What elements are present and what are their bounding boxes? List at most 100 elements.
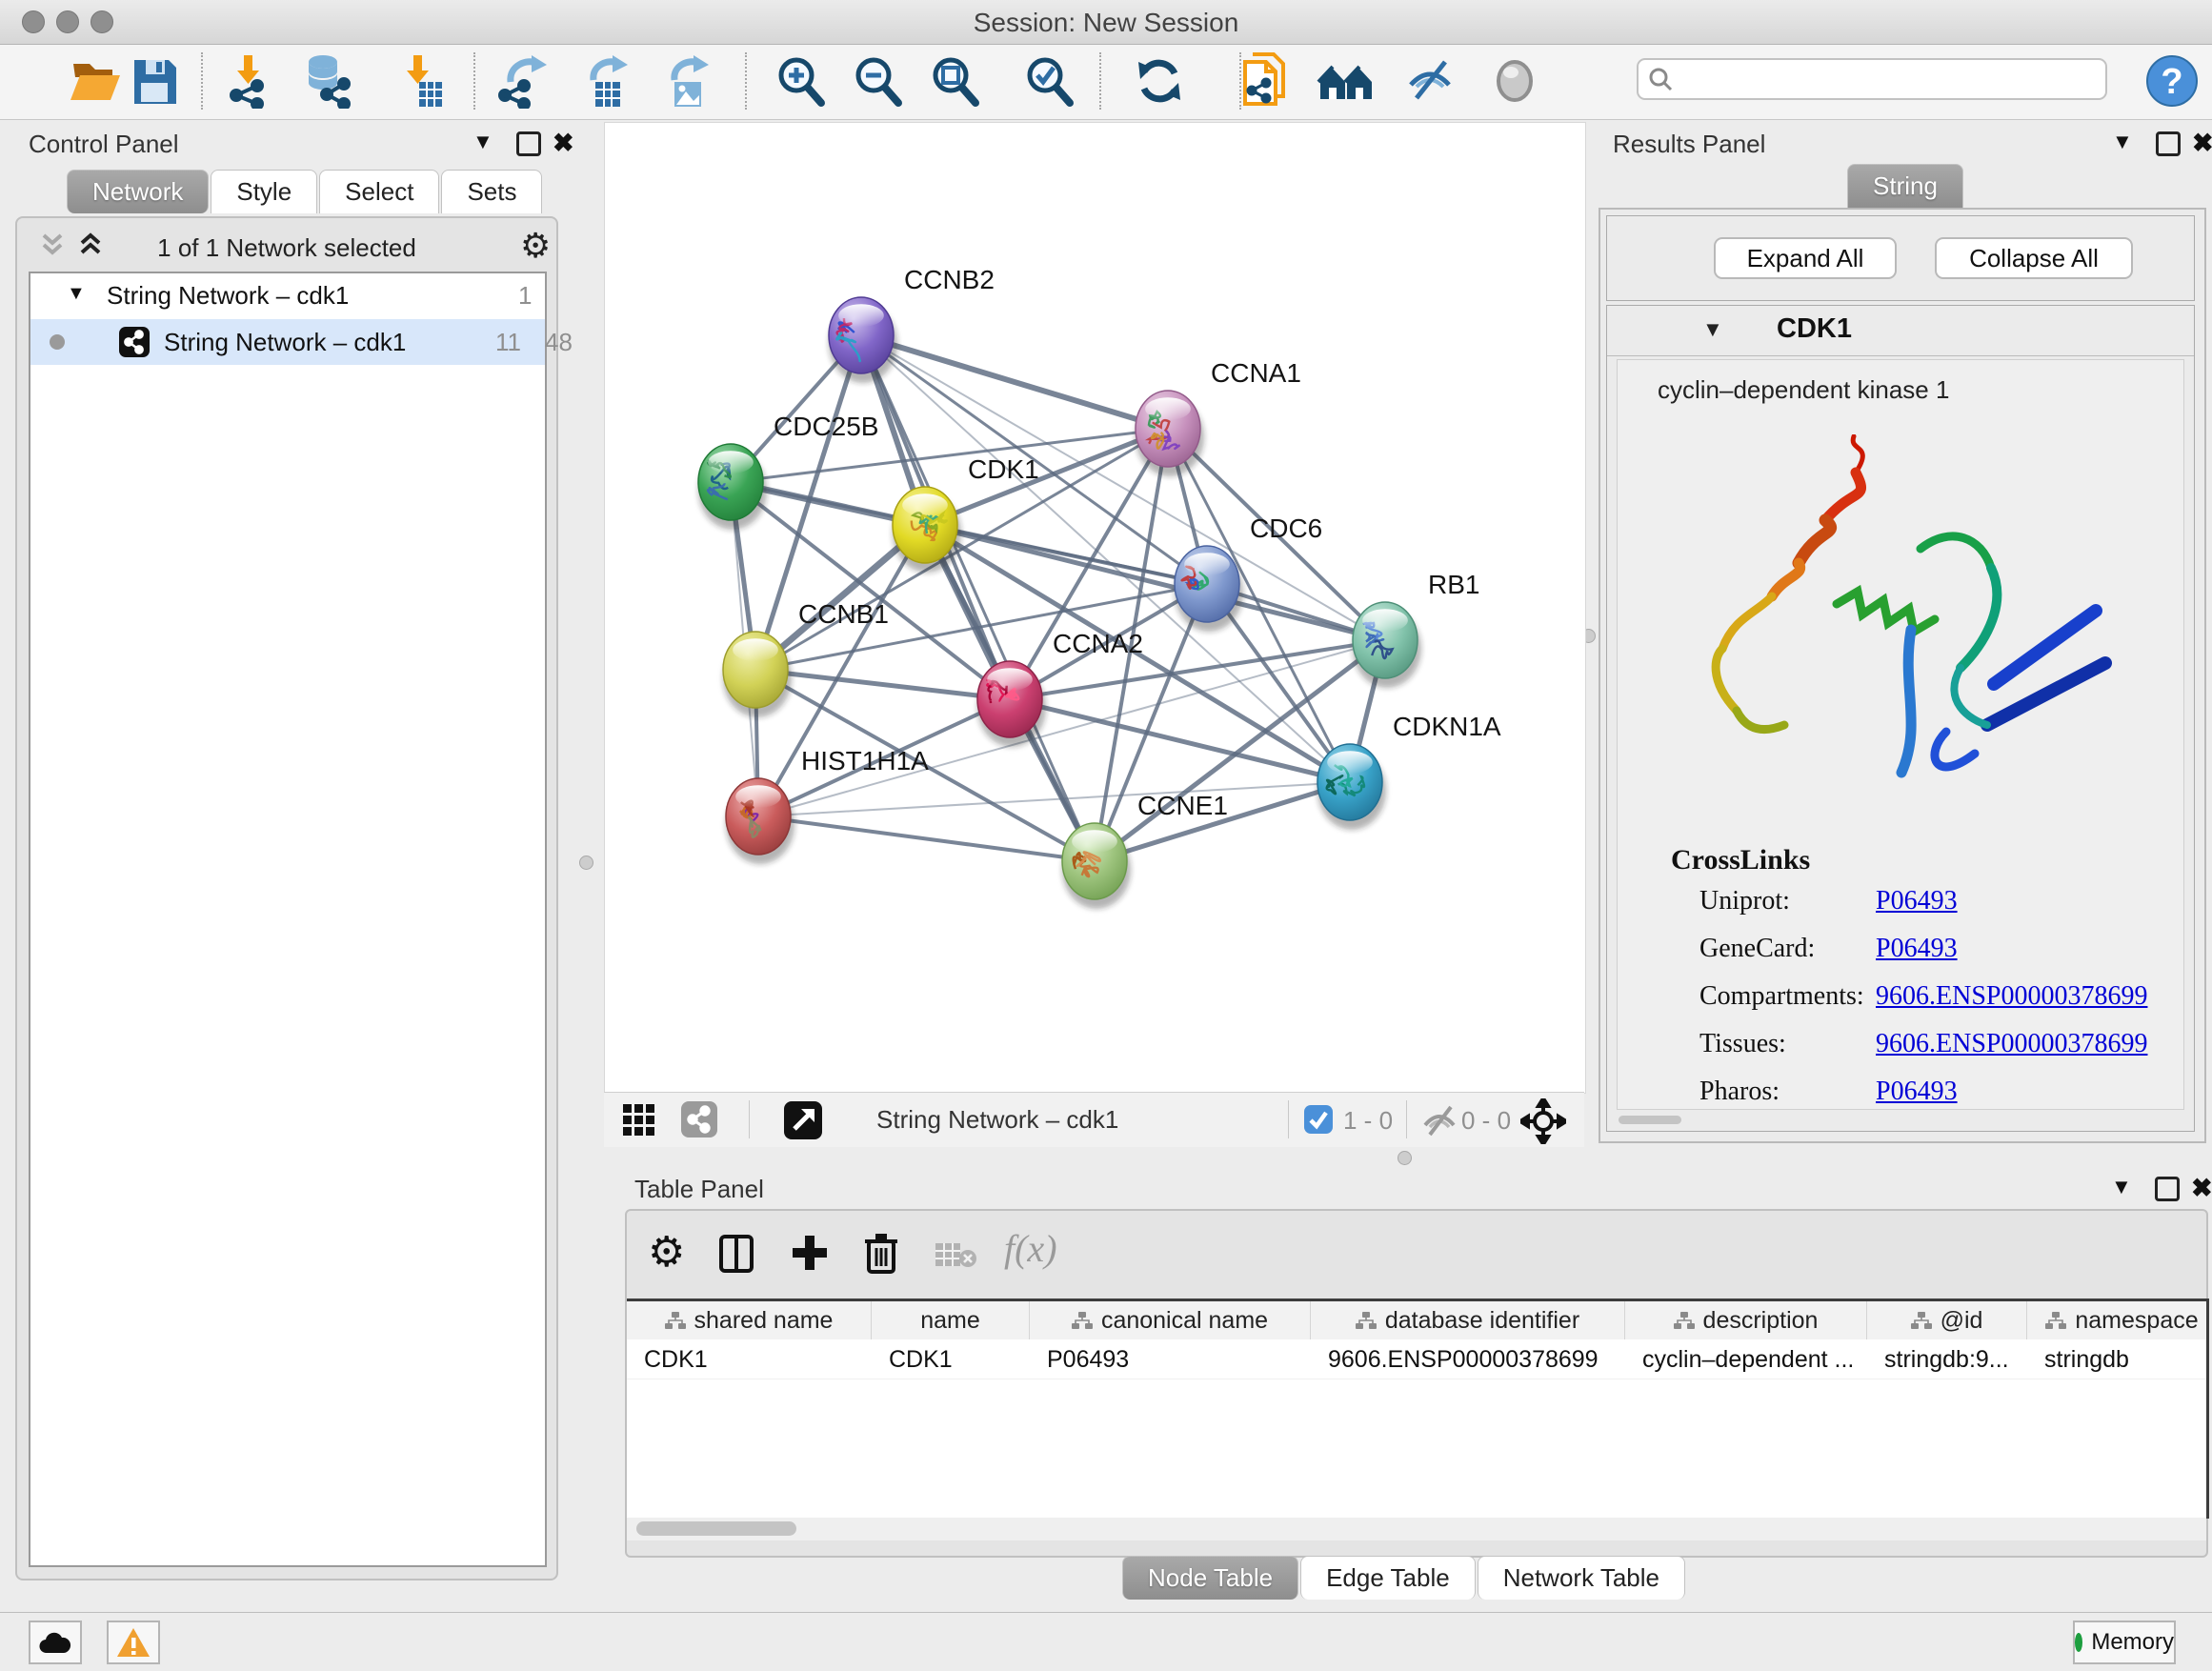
function-builder-icon[interactable]: f(x) <box>1004 1226 1057 1271</box>
node-CDKN1A[interactable]: CDKN1A <box>1317 712 1501 830</box>
grid-view-icon[interactable] <box>621 1102 657 1143</box>
delete-columns-trash-icon[interactable] <box>863 1232 899 1278</box>
collapse-all-button[interactable]: Collapse All <box>1935 237 2133 279</box>
left-splitter-handle[interactable] <box>579 856 593 870</box>
column-header--id[interactable]: @id <box>1867 1301 2027 1339</box>
table-cell[interactable]: CDK1 <box>627 1340 872 1379</box>
cloud-button[interactable] <box>29 1621 82 1664</box>
edge-CCNB2-RB1[interactable] <box>861 335 1385 640</box>
tab-select[interactable]: Select <box>319 170 439 213</box>
open-in-window-icon[interactable] <box>783 1100 823 1145</box>
table-cell[interactable]: CDK1 <box>872 1340 1030 1379</box>
expand-all-button[interactable]: Expand All <box>1714 237 1897 279</box>
zoom-selected-icon[interactable] <box>1019 50 1080 112</box>
edge-HIST1H1A-CCNE1[interactable] <box>758 816 1095 861</box>
network-collection-row[interactable]: ▼ String Network – cdk1 1 <box>30 273 545 317</box>
save-session-icon[interactable] <box>124 50 185 112</box>
results-hscrollbar[interactable] <box>1619 1116 1681 1124</box>
zoom-in-icon[interactable] <box>771 50 832 112</box>
tab-edge-table[interactable]: Edge Table <box>1300 1556 1476 1600</box>
show-all-icon[interactable] <box>1484 50 1545 112</box>
crosslink-value-link[interactable]: 9606.ENSP00000378699 <box>1876 1029 2147 1059</box>
column-header-canonical-name[interactable]: canonical name <box>1030 1301 1311 1339</box>
table-cell[interactable]: P06493 <box>1030 1340 1311 1379</box>
search-field[interactable] <box>1637 58 2107 100</box>
string-view-icon[interactable] <box>680 1100 718 1143</box>
refresh-layout-icon[interactable] <box>1129 50 1190 112</box>
crosslink-value-link[interactable]: P06493 <box>1876 1077 1958 1107</box>
show-columns-icon[interactable] <box>718 1234 754 1278</box>
table-panel-float-icon[interactable] <box>2155 1177 2180 1201</box>
results-panel-float-icon[interactable] <box>2156 131 2181 156</box>
table-panel-close-icon[interactable]: ✖ <box>2191 1178 2212 1198</box>
node-RB1[interactable]: RB1 <box>1353 570 1479 688</box>
tab-node-table[interactable]: Node Table <box>1122 1556 1298 1600</box>
node-CDK1[interactable]: CDK1 <box>893 454 1039 573</box>
search-input[interactable] <box>1673 65 2077 93</box>
delete-table-icon[interactable] <box>934 1239 977 1275</box>
table-cell[interactable]: cyclin–dependent ... <box>1625 1340 1867 1379</box>
import-network-database-icon[interactable] <box>299 50 360 112</box>
network-canvas[interactable]: CCNB2CCNA1CDC25BCDK1CDC6RB1CCNB1CCNA2CDK… <box>604 122 1586 1094</box>
control-panel-float-icon[interactable] <box>516 131 541 156</box>
first-neighbors-icon[interactable] <box>1316 50 1377 112</box>
fit-selected-crosshair-icon[interactable] <box>1520 1098 1566 1149</box>
table-options-gear-icon[interactable]: ⚙ <box>648 1228 685 1277</box>
new-network-from-selection-icon[interactable] <box>1235 50 1296 112</box>
edge-CCNB1-CCNA2[interactable] <box>755 670 1010 699</box>
column-header-namespace[interactable]: namespace <box>2027 1301 2209 1339</box>
warnings-button[interactable] <box>107 1621 160 1664</box>
edge-CCNB2-CCNA1[interactable] <box>861 335 1168 429</box>
gene-section: ▼ CDK1 cyclin–dependent kinase 1 <box>1606 305 2195 1132</box>
import-table-icon[interactable] <box>389 50 450 112</box>
crosslink-value-link[interactable]: 9606.ENSP00000378699 <box>1876 981 2147 1012</box>
network-row-selected[interactable]: String Network – cdk1 11 48 <box>30 319 545 365</box>
folder-back <box>73 64 112 77</box>
edge-CCNB2-CCNE1[interactable] <box>861 335 1095 861</box>
column-header-shared-name[interactable]: shared name <box>627 1301 872 1339</box>
export-image-icon[interactable] <box>657 50 718 112</box>
control-panel-close-icon[interactable]: ✖ <box>553 133 574 152</box>
crosslink-value-link[interactable]: P06493 <box>1876 934 1958 964</box>
selected-counter: 1 - 0 <box>1343 1106 1393 1136</box>
collection-caret-icon[interactable]: ▼ <box>67 283 86 305</box>
crosslink-value-link[interactable]: P06493 <box>1876 886 1958 916</box>
table-cell[interactable]: stringdb:9... <box>1867 1340 2027 1379</box>
table-hscrollbar-thumb[interactable] <box>636 1521 796 1536</box>
memory-button[interactable]: Memory <box>2073 1621 2176 1664</box>
results-panel-menu-caret-icon[interactable]: ▼ <box>2112 130 2133 154</box>
node-CCNE1[interactable]: CCNE1 <box>1062 791 1228 909</box>
gene-section-header[interactable]: ▼ CDK1 <box>1607 306 2194 356</box>
hide-selection-icon[interactable] <box>1400 50 1461 112</box>
gene-caret-icon[interactable]: ▼ <box>1702 317 1723 342</box>
column-header-name[interactable]: name <box>872 1301 1030 1339</box>
tab-network[interactable]: Network <box>67 170 209 213</box>
results-panel-close-icon[interactable]: ✖ <box>2192 133 2212 152</box>
zoom-fit-icon[interactable] <box>925 50 986 112</box>
tab-string[interactable]: String <box>1847 164 1963 208</box>
import-network-file-icon[interactable] <box>219 50 280 112</box>
network-view-toolbar: String Network – cdk1 1 - 0 0 - 0 <box>604 1092 1584 1147</box>
table-panel-menu-caret-icon[interactable]: ▼ <box>2111 1175 2132 1199</box>
tab-network-table[interactable]: Network Table <box>1478 1556 1685 1600</box>
table-cell[interactable]: 9606.ENSP00000378699 <box>1311 1340 1625 1379</box>
network-options-gear-icon[interactable]: ⚙ <box>520 226 551 266</box>
node-CCNA1[interactable]: CCNA1 <box>1136 358 1301 476</box>
table-row[interactable]: CDK1CDK1P064939606.ENSP00000378699cyclin… <box>627 1340 2209 1379</box>
table-hscrollbar-track[interactable] <box>627 1518 2206 1540</box>
column-header-database-identifier[interactable]: database identifier <box>1311 1301 1625 1339</box>
bottom-splitter-handle[interactable] <box>1398 1151 1412 1165</box>
zoom-out-icon[interactable] <box>848 50 909 112</box>
tab-sets[interactable]: Sets <box>441 170 542 213</box>
selected-checkbox-icon[interactable] <box>1303 1104 1334 1139</box>
hidden-eye-icon[interactable] <box>1419 1102 1461 1143</box>
create-column-plus-icon[interactable] <box>791 1234 829 1277</box>
table-cell[interactable]: stringdb <box>2027 1340 2209 1379</box>
export-table-icon[interactable] <box>576 50 637 112</box>
export-network-icon[interactable] <box>492 50 553 112</box>
help-icon[interactable]: ? <box>2145 54 2199 112</box>
open-file-icon[interactable] <box>65 50 126 112</box>
column-header-description[interactable]: description <box>1625 1301 1867 1339</box>
tab-style[interactable]: Style <box>211 170 317 213</box>
control-panel-menu-caret-icon[interactable]: ▼ <box>473 130 493 154</box>
